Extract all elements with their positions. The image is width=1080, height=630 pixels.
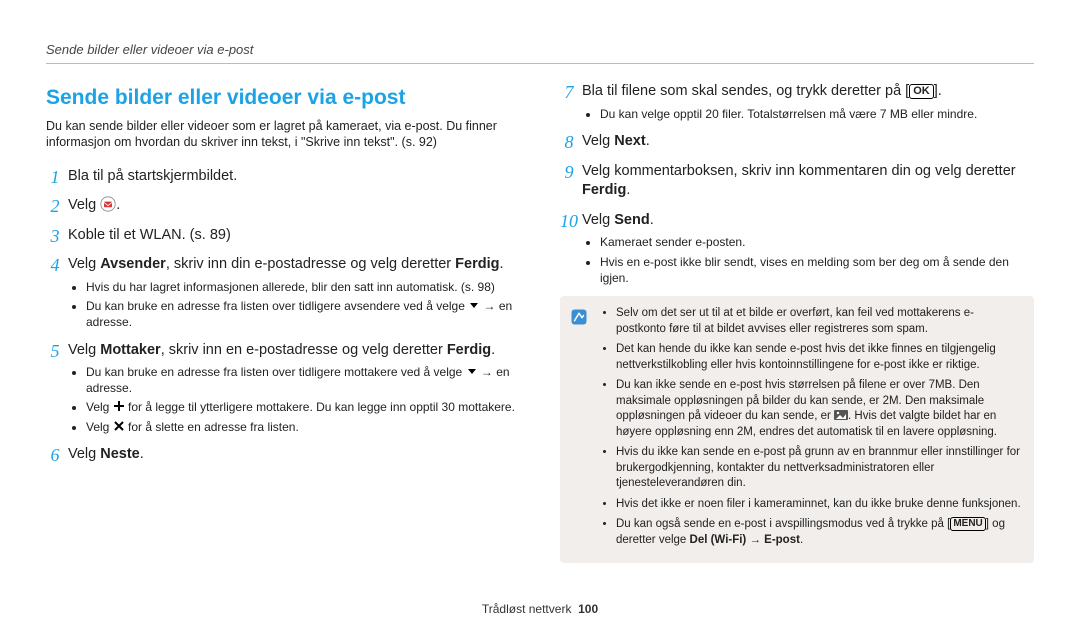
note-item: Hvis det ikke er noen filer i kameraminn… <box>616 497 1022 513</box>
step-subitem: Hvis du har lagret informasjonen allered… <box>86 280 520 296</box>
footer-page: 100 <box>578 602 598 616</box>
ok-button-label: OK <box>909 84 934 99</box>
step: Bla til på startskjermbildet. <box>46 167 520 187</box>
step-sublist: Du kan bruke en adresse fra listen over … <box>68 365 520 435</box>
step: Velg Next. <box>560 132 1034 152</box>
step: Velg Avsender, skriv inn din e-postadres… <box>46 255 520 330</box>
step-sublist: Kameraet sender e-posten. Hvis en e-post … <box>582 235 1034 286</box>
note-item: Hvis du ikke kan sende en e-post på grun… <box>616 445 1022 492</box>
menu-button-label: MENU <box>950 517 985 531</box>
step: Velg Send.Kameraet sender e-posten.Hvis … <box>560 211 1034 286</box>
step: Velg . <box>46 196 520 216</box>
x-icon <box>113 420 125 434</box>
step-subitem: Kameraet sender e-posten. <box>600 235 1034 251</box>
step: Velg kommentarboksen, skriv inn kommenta… <box>560 162 1034 201</box>
step-subitem: Du kan bruke en adresse fra listen over … <box>86 299 520 330</box>
down-icon <box>468 299 480 313</box>
running-header: Sende bilder eller videoer via e-post <box>46 42 1034 57</box>
header-rule <box>46 63 1034 64</box>
note-item: Du kan ikke sende en e-post hvis størrel… <box>616 378 1022 440</box>
note-item: Selv om det ser ut til at et bilde er ov… <box>616 306 1022 337</box>
steps-left: Bla til på startskjermbildet. Velg . Koble… <box>46 167 520 466</box>
step-subitem: Velg for å legge til ytterligere mottake… <box>86 400 520 416</box>
section-title: Sende bilder eller videoer via e-post <box>46 86 520 110</box>
step: Bla til filene som skal sendes, og trykk… <box>560 82 1034 122</box>
footer: Trådløst nettverk 100 <box>0 602 1080 616</box>
step-sublist: Hvis du har lagret informasjonen allered… <box>68 280 520 331</box>
step-subitem: Du kan bruke en adresse fra listen over … <box>86 365 520 396</box>
email-icon <box>100 197 116 213</box>
footer-label: Trådløst nettverk <box>482 602 572 616</box>
step-sublist: Du kan velge opptil 20 filer. Totalstørr… <box>582 107 1034 123</box>
step-subitem: Velg for å slette en adresse fra listen. <box>86 420 520 436</box>
step-subitem: Hvis en e-post ikke blir sendt, vises en… <box>600 255 1034 286</box>
note-box: Selv om det ser ut til at et bilde er ov… <box>560 296 1034 563</box>
step: Velg Mottaker, skriv inn en e-postadress… <box>46 341 520 436</box>
steps-right: Bla til filene som skal sendes, og trykk… <box>560 82 1034 286</box>
note-item: Det kan hende du ikke kan sende e-post h… <box>616 342 1022 373</box>
plus-icon <box>113 400 125 414</box>
down-icon <box>466 365 478 379</box>
note-icon <box>570 308 588 329</box>
step: Koble til et WLAN. (s. 89) <box>46 226 520 246</box>
note-list: Selv om det ser ut til at et bilde er ov… <box>600 306 1022 553</box>
intro-paragraph: Du kan sende bilder eller videoer som er… <box>46 118 520 151</box>
step-subitem: Du kan velge opptil 20 filer. Totalstørr… <box>600 107 1034 123</box>
note-item: Du kan også sende en e-post i avspilling… <box>616 517 1022 548</box>
step: Velg Neste. <box>46 445 520 465</box>
